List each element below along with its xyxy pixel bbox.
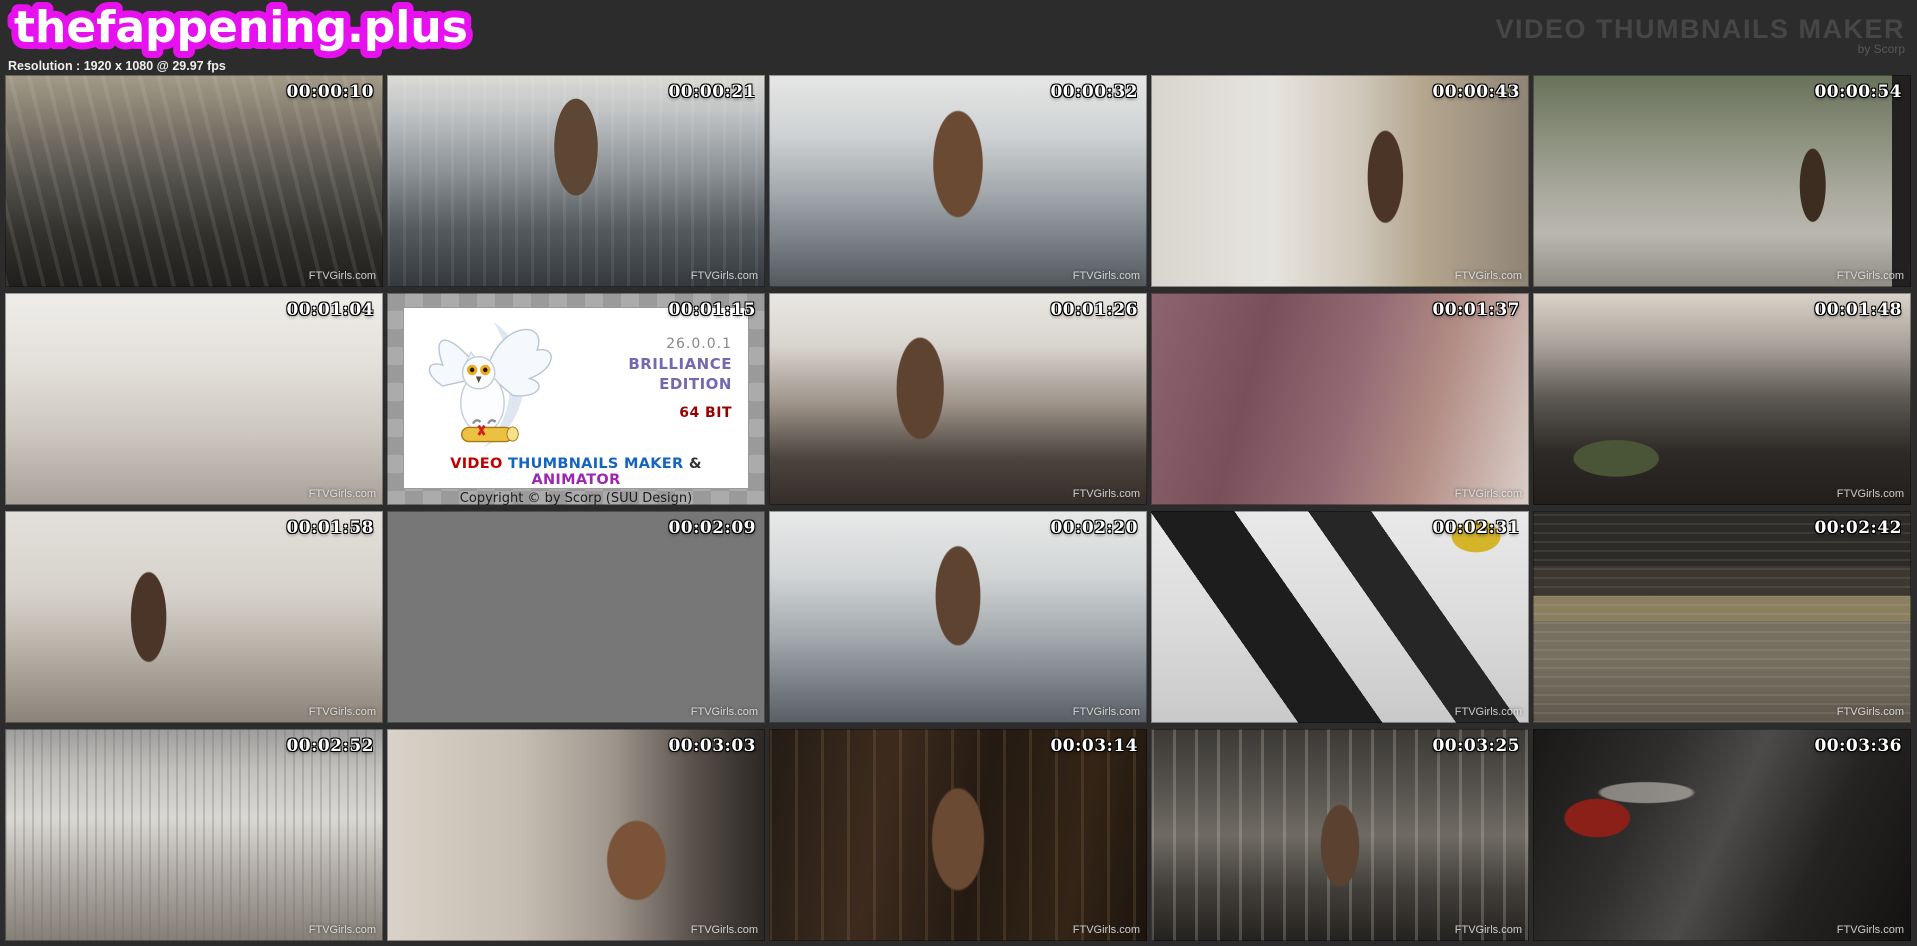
ftvgirls-watermark: FTVGirls.com — [1837, 270, 1904, 282]
ftvgirls-watermark: FTVGirls.com — [309, 270, 376, 282]
app-title: VIDEO THUMBNAILS MAKER — [1496, 16, 1906, 42]
timestamp-label: 00:03:25 — [1432, 736, 1520, 756]
timestamp-label: 00:03:36 — [1814, 736, 1902, 756]
timestamp-label: 00:00:21 — [668, 82, 756, 102]
ftvgirls-watermark: FTVGirls.com — [691, 270, 758, 282]
video-thumbnail: 00:02:42 FTVGirls.com — [1533, 511, 1911, 723]
timestamp-label: 00:01:15 — [668, 300, 756, 320]
ftvgirls-watermark: FTVGirls.com — [1073, 706, 1140, 718]
ftvgirls-watermark: FTVGirls.com — [1837, 488, 1904, 500]
splash-title-thumbnails-maker: THUMBNAILS MAKER — [508, 456, 684, 472]
timestamp-label: 00:00:32 — [1050, 82, 1138, 102]
video-thumbnail: 00:01:04 FTVGirls.com — [5, 293, 383, 505]
video-thumbnail: 00:00:32 FTVGirls.com — [769, 75, 1147, 287]
video-thumbnail: 00:02:20 FTVGirls.com — [769, 511, 1147, 723]
ftvgirls-watermark: FTVGirls.com — [1837, 924, 1904, 936]
ftvgirls-watermark: FTVGirls.com — [1073, 270, 1140, 282]
ftvgirls-watermark: FTVGirls.com — [309, 924, 376, 936]
video-thumbnail: 00:02:31 FTVGirls.com — [1151, 511, 1529, 723]
video-thumbnail: 00:01:58 FTVGirls.com — [5, 511, 383, 723]
ftvgirls-watermark: FTVGirls.com — [309, 488, 376, 500]
timestamp-label: 00:01:58 — [286, 518, 374, 538]
ftvgirls-watermark: FTVGirls.com — [691, 924, 758, 936]
timestamp-label: 00:02:09 — [668, 518, 756, 538]
ftvgirls-watermark: FTVGirls.com — [691, 706, 758, 718]
video-thumbnail: 00:03:25 FTVGirls.com — [1151, 729, 1529, 941]
video-thumbnail: 00:03:03 FTVGirls.com — [387, 729, 765, 941]
version-label: 26.0.0.1 — [576, 334, 732, 354]
timestamp-label: 00:01:26 — [1050, 300, 1138, 320]
splash-copyright: Copyright © by Scorp (SUU Design) — [404, 491, 748, 505]
ftvgirls-watermark: FTVGirls.com — [309, 706, 376, 718]
video-thumbnail: 00:00:54 FTVGirls.com — [1533, 75, 1911, 287]
owl-logo-icon — [404, 308, 576, 456]
video-thumbnail: 00:01:37 FTVGirls.com — [1151, 293, 1529, 505]
splash-app-title: VIDEO THUMBNAILS MAKER & ANIMATOR — [404, 456, 748, 488]
video-thumbnail: 00:02:52 FTVGirls.com — [5, 729, 383, 941]
edition-label-1: BRILLIANCE — [576, 354, 732, 374]
timestamp-label: 00:02:52 — [286, 736, 374, 756]
video-thumbnail: 00:02:09 FTVGirls.com — [387, 511, 765, 723]
ftvgirls-watermark: FTVGirls.com — [1073, 488, 1140, 500]
timestamp-label: 00:00:43 — [1432, 82, 1520, 102]
timestamp-label: 00:00:10 — [286, 82, 374, 102]
timestamp-label: 00:01:37 — [1432, 300, 1520, 320]
video-thumbnail: 00:00:21 FTVGirls.com — [387, 75, 765, 287]
video-thumbnail: 00:01:26 FTVGirls.com — [769, 293, 1147, 505]
contact-sheet: Resolution : 1920 x 1080 @ 29.97 fps Dur… — [0, 0, 1917, 941]
timestamp-label: 00:02:42 — [1814, 518, 1902, 538]
ftvgirls-watermark: FTVGirls.com — [1455, 706, 1522, 718]
splash-version-block: 26.0.0.1 BRILLIANCE EDITION 64 BIT — [576, 308, 748, 456]
video-thumbnail: 00:03:14 FTVGirls.com — [769, 729, 1147, 941]
video-thumbnail: 00:03:36 FTVGirls.com — [1533, 729, 1911, 941]
video-thumbnail: 00:00:10 FTVGirls.com — [5, 75, 383, 287]
ftvgirls-watermark: FTVGirls.com — [1837, 706, 1904, 718]
timestamp-label: 00:00:54 — [1814, 82, 1902, 102]
timestamp-label: 00:02:20 — [1050, 518, 1138, 538]
bits-label: 64 BIT — [576, 403, 732, 423]
timestamp-label: 00:01:04 — [286, 300, 374, 320]
ftvgirls-watermark: FTVGirls.com — [1455, 270, 1522, 282]
edition-label-2: EDITION — [576, 374, 732, 394]
ftvgirls-watermark: FTVGirls.com — [1073, 924, 1140, 936]
resolution-line: Resolution : 1920 x 1080 @ 29.97 fps — [8, 59, 226, 73]
timestamp-label: 00:03:14 — [1050, 736, 1138, 756]
thumbnail-grid: 00:00:10 FTVGirls.com 00:00:21 FTVGirls.… — [0, 75, 1917, 941]
timestamp-label: 00:03:03 — [668, 736, 756, 756]
splash-title-animator: ANIMATOR — [531, 472, 620, 488]
splash-body: 26.0.0.1 BRILLIANCE EDITION 64 BIT — [404, 308, 748, 456]
video-thumbnail: 00:01:48 FTVGirls.com — [1533, 293, 1911, 505]
splash-title-ampersand: & — [689, 456, 702, 472]
app-byline: by Scorp — [1496, 42, 1906, 56]
timestamp-label: 00:02:31 — [1432, 518, 1520, 538]
timestamp-label: 00:01:48 — [1814, 300, 1902, 320]
ftvgirls-watermark: FTVGirls.com — [1455, 924, 1522, 936]
app-logo: VIDEO THUMBNAILS MAKER by Scorp — [1496, 16, 1906, 56]
splash-panel: 26.0.0.1 BRILLIANCE EDITION 64 BIT VIDEO… — [403, 307, 749, 489]
video-thumbnail: 00:00:43 FTVGirls.com — [1151, 75, 1529, 287]
header: Resolution : 1920 x 1080 @ 29.97 fps Dur… — [0, 0, 1917, 75]
splash-title-video: VIDEO — [450, 456, 502, 472]
ftvgirls-watermark: FTVGirls.com — [1455, 488, 1522, 500]
video-thumbnail-splash: 26.0.0.1 BRILLIANCE EDITION 64 BIT VIDEO… — [387, 293, 765, 505]
